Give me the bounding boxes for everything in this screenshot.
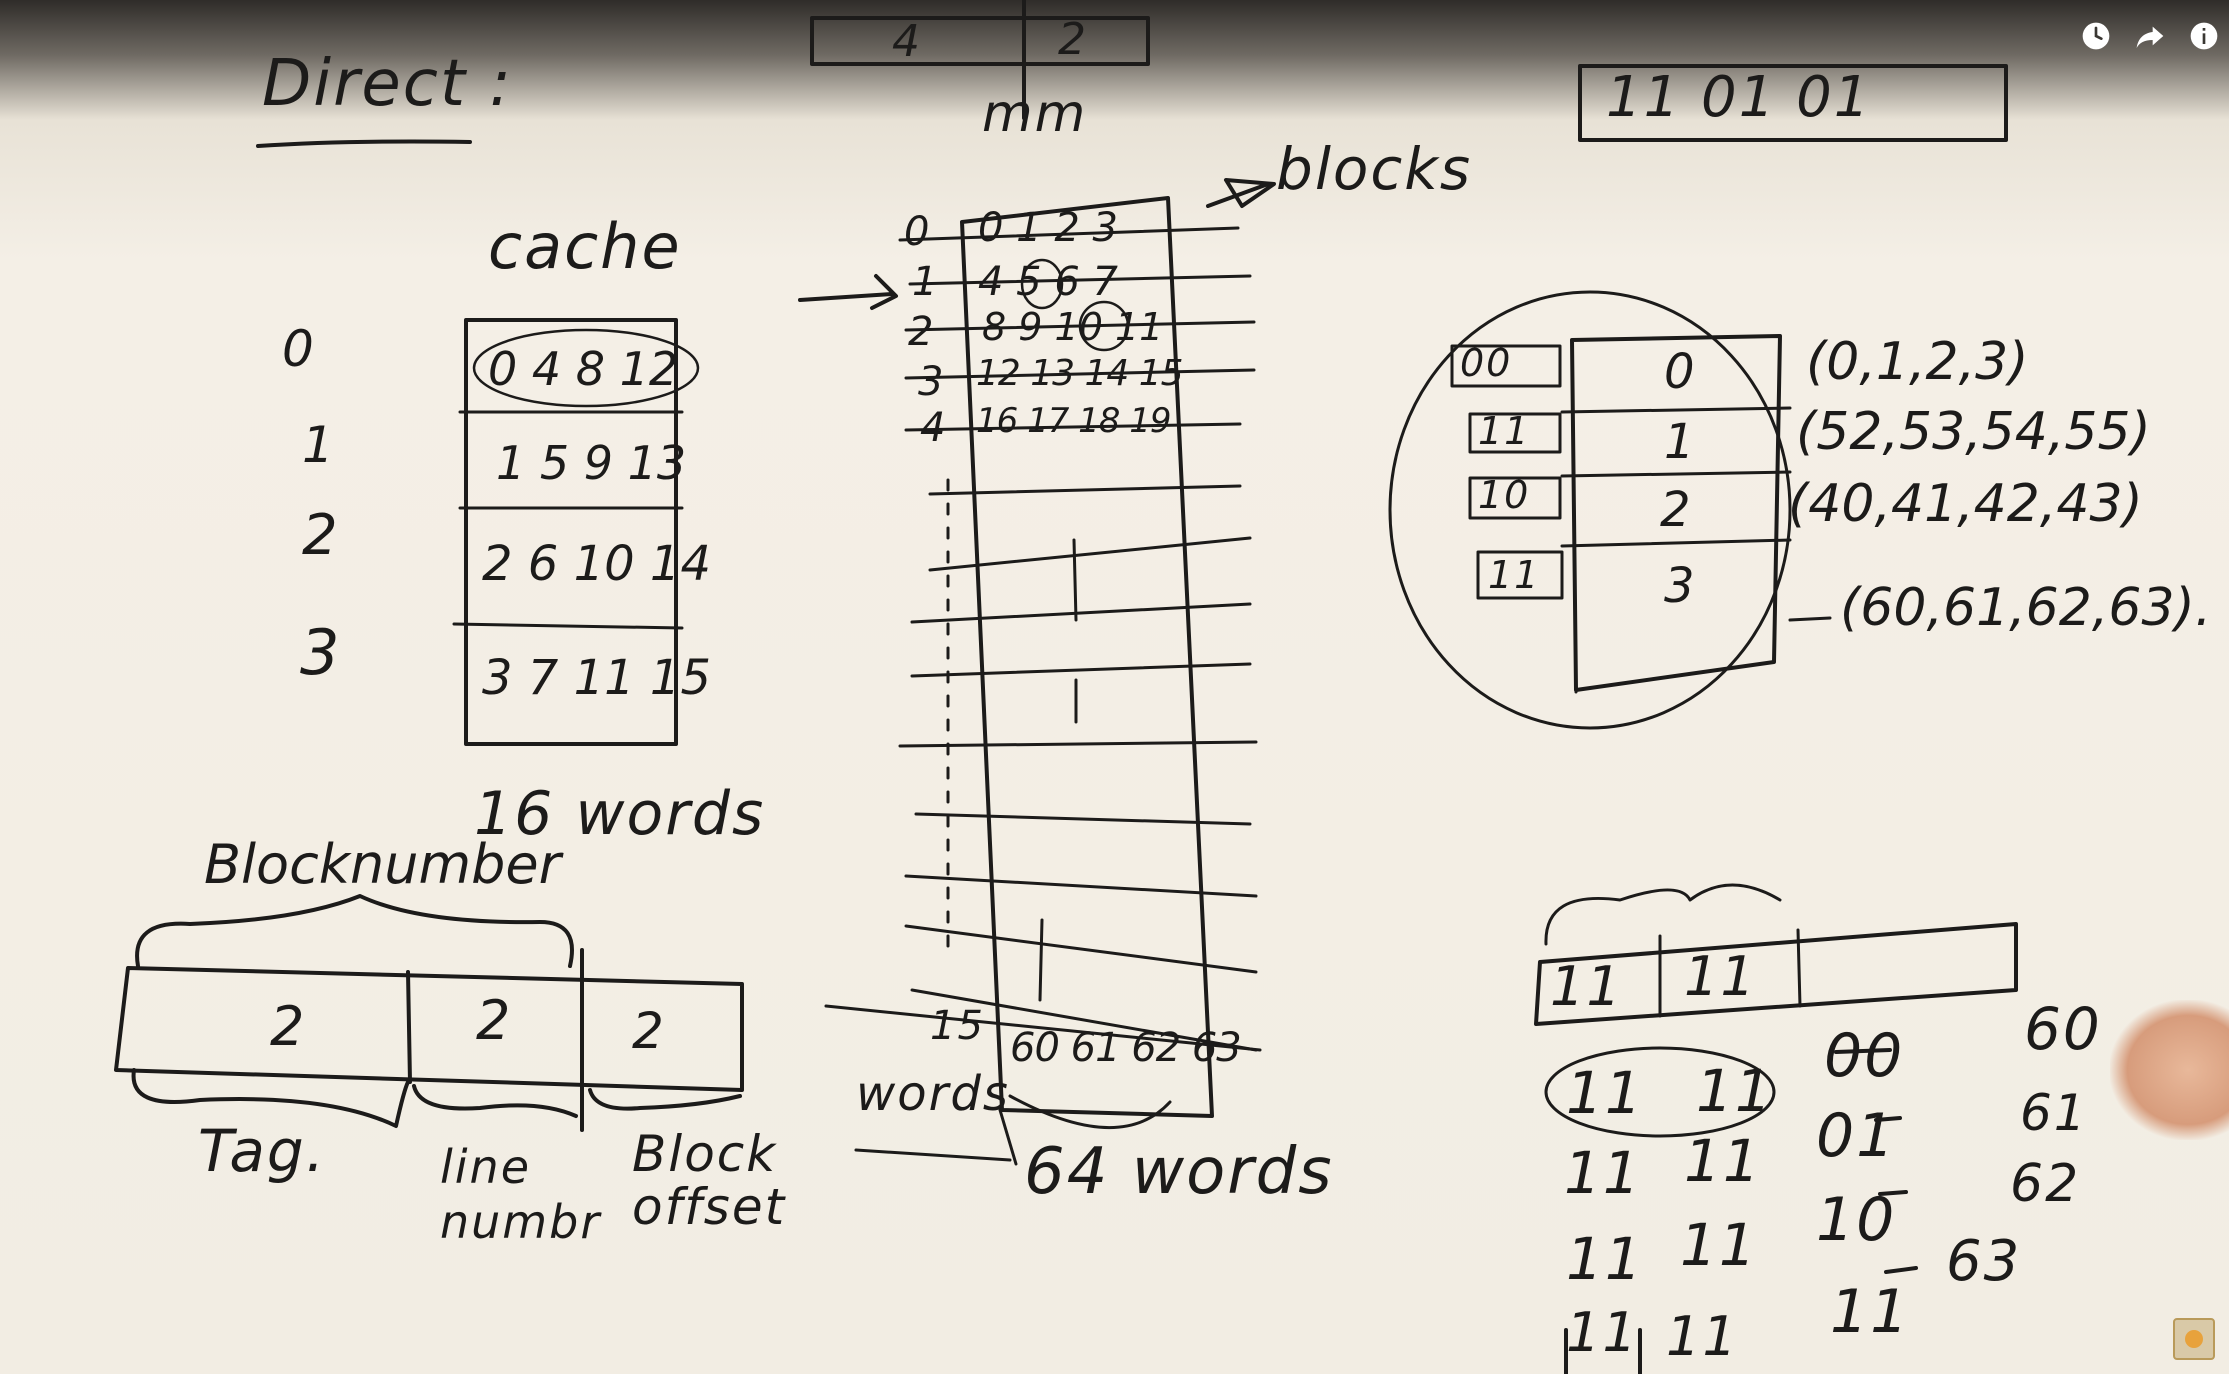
mm-row: 8 9 10 11 — [982, 305, 1164, 349]
mm-row-number: 3 — [918, 359, 946, 405]
address-top-right: 2 — [1058, 14, 1088, 65]
mapping-row-tag: 11 — [1566, 1301, 1639, 1364]
circled-line: 3 — [1664, 558, 1697, 614]
tag-field-value: 2 — [270, 995, 307, 1058]
line-number-label: line numbr — [440, 1140, 602, 1250]
presenter-hand — [2110, 1000, 2229, 1140]
mapping-row-tag: 11 — [1566, 1059, 1644, 1127]
mapping-row-line: 11 — [1684, 1127, 1762, 1195]
mapping-row-tag: 11 — [1566, 1225, 1644, 1293]
circled-tag: 11 — [1478, 409, 1531, 453]
mm-row: 0 1 2 3 — [978, 205, 1118, 251]
block-number-label: Blocknumber — [204, 833, 561, 896]
mapping-row-offset: 11 — [1830, 1277, 1911, 1347]
cache-row: 0 4 8 12 — [488, 342, 679, 396]
clock-icon — [2082, 22, 2110, 50]
mapping-row-word: 60 — [2024, 995, 2102, 1063]
words-label: words — [856, 1066, 1010, 1122]
main-memory-title: mm — [982, 84, 1088, 144]
blocks-label: blocks — [1276, 135, 1473, 203]
cache-row: 1 5 9 13 — [496, 436, 687, 490]
mapping-row-offset: 01 — [1816, 1101, 1897, 1171]
mapping-row-word: 63 — [1946, 1229, 2022, 1294]
mm-row-number: 2 — [908, 309, 936, 355]
mapping-row-offset: 10 — [1816, 1185, 1897, 1255]
register-prefix-bits: 11 — [1550, 955, 1623, 1018]
mapping-row-line: 11 — [1680, 1211, 1758, 1279]
mapping-row-word: 61 — [2020, 1084, 2088, 1142]
cache-line-number: 0 — [282, 320, 316, 378]
circled-line: 2 — [1660, 482, 1693, 538]
line-field-value: 2 — [476, 989, 513, 1052]
address-top-left: 4 — [892, 16, 922, 67]
mm-row: 4 5 6 7 — [978, 259, 1118, 305]
mapping-row-word: 62 — [2010, 1154, 2081, 1214]
cache-line-number: 1 — [302, 416, 336, 474]
channel-logo-icon — [2185, 1330, 2203, 1348]
info-button[interactable] — [2184, 16, 2224, 56]
channel-logo-button[interactable] — [2173, 1318, 2215, 1360]
mm-row-number: 4 — [920, 405, 948, 451]
cache-row: 3 7 11 15 — [482, 650, 712, 706]
binary-address: 11 01 01 — [1606, 65, 1872, 130]
watch-later-button[interactable] — [2076, 16, 2116, 56]
register-prefix-bits: 11 — [1684, 945, 1757, 1008]
circled-contents: (0,1,2,3) — [1806, 332, 2029, 392]
circled-tag: 10 — [1478, 473, 1531, 517]
mapping-row-line: 11 — [1666, 1305, 1739, 1368]
circled-tag: 00 — [1460, 341, 1513, 385]
tag-label: Tag. — [198, 1117, 327, 1185]
circled-contents: (40,41,42,43) — [1788, 474, 2143, 534]
mm-last-row-number: 15 — [930, 1003, 985, 1049]
cache-line-number: 3 — [300, 616, 342, 689]
info-icon — [2190, 22, 2218, 50]
mapping-row-line: 11 — [1696, 1057, 1774, 1125]
mm-row-number: 1 — [912, 259, 940, 305]
mm-row-number: 0 — [904, 209, 932, 255]
mm-row: 12 13 14 15 — [976, 353, 1184, 394]
mapping-row-offset: 00 — [1824, 1021, 1905, 1091]
cache-row: 2 6 10 14 — [482, 536, 712, 592]
cache-title: cache — [488, 210, 682, 283]
share-arrow-icon — [2136, 26, 2164, 48]
circled-contents: (52,53,54,55) — [1796, 402, 2151, 462]
share-button[interactable] — [2130, 16, 2170, 56]
block-offset-label: Block offset — [632, 1125, 787, 1236]
circled-tag: 11 — [1488, 553, 1541, 597]
circled-line: 1 — [1664, 414, 1697, 470]
mm-last-row: 60 61 62 63 — [1010, 1025, 1242, 1071]
mapping-row-tag: 11 — [1564, 1139, 1642, 1207]
board-heading: Direct : — [262, 47, 513, 121]
circled-line: 0 — [1664, 344, 1697, 400]
cache-line-number: 2 — [302, 503, 340, 568]
mm-size-label: 64 words — [1024, 1135, 1334, 1209]
mm-row: 16 17 18 19 — [976, 401, 1171, 441]
offset-field-value: 2 — [632, 1002, 666, 1060]
circled-contents: (60,61,62,63). — [1840, 578, 2212, 638]
